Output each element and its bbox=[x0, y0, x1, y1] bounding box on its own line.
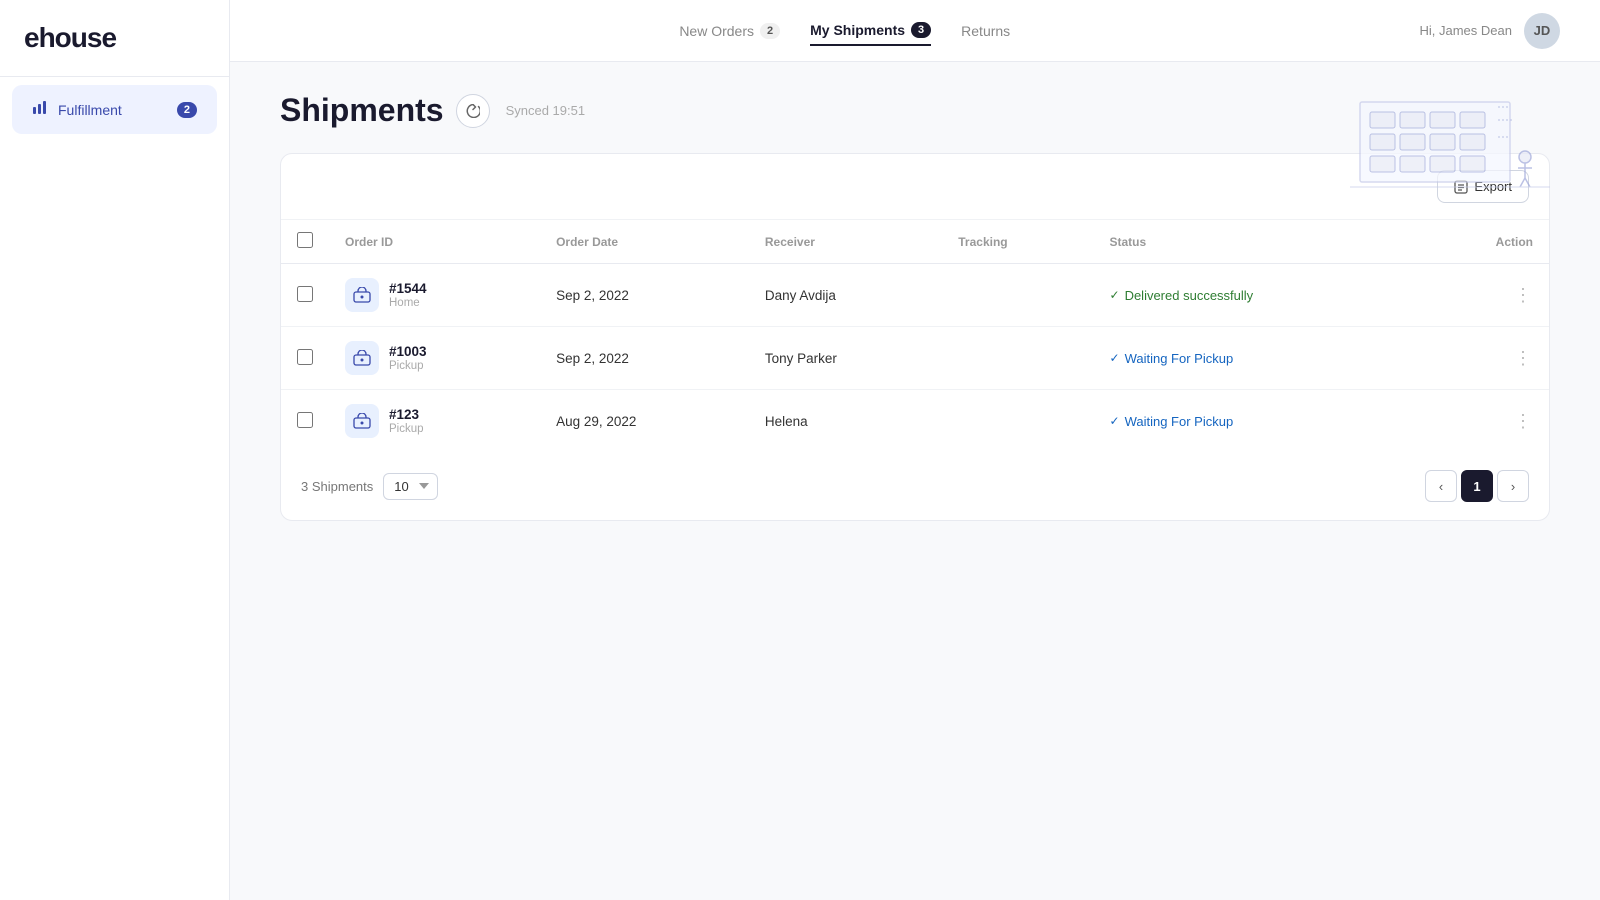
action-dots-button[interactable]: ⋮ bbox=[1514, 411, 1533, 431]
logo: ehouse bbox=[0, 0, 229, 76]
nav-new-orders[interactable]: New Orders 2 bbox=[679, 17, 780, 45]
row-order-date: Aug 29, 2022 bbox=[540, 390, 749, 453]
check-icon: ✓ bbox=[1110, 288, 1120, 302]
row-checkbox-cell bbox=[281, 327, 329, 390]
nav-my-shipments-label: My Shipments bbox=[810, 22, 905, 38]
sidebar-item-label: Fulfillment bbox=[58, 102, 122, 118]
header-status: Status bbox=[1094, 220, 1421, 264]
sidebar: ehouse Fulfillment 2 bbox=[0, 0, 230, 900]
row-tracking bbox=[942, 264, 1093, 327]
row-status: ✓ Waiting For Pickup bbox=[1094, 327, 1421, 390]
page-size-select[interactable]: 10 25 50 bbox=[383, 473, 438, 500]
order-sub-text: Pickup bbox=[389, 360, 427, 372]
topnav-center: New Orders 2 My Shipments 3 Returns bbox=[679, 16, 1010, 46]
shipments-table: Order ID Order Date Receiver Tracking St… bbox=[281, 220, 1549, 452]
row-receiver: Helena bbox=[749, 390, 942, 453]
row-checkbox-1[interactable] bbox=[297, 349, 313, 365]
order-sub-text: Pickup bbox=[389, 423, 424, 435]
sidebar-divider bbox=[0, 76, 229, 77]
content-area: Shipments Synced 19:51 bbox=[230, 62, 1600, 900]
select-all-checkbox[interactable] bbox=[297, 232, 313, 248]
table-row: #1544 Home Sep 2, 2022 Dany Avdija ✓ Del… bbox=[281, 264, 1549, 327]
check-icon: ✓ bbox=[1110, 414, 1120, 428]
status-waiting: ✓ Waiting For Pickup bbox=[1110, 414, 1405, 429]
refresh-button[interactable] bbox=[456, 94, 490, 128]
order-id-text: #1544 bbox=[389, 281, 427, 296]
greeting-text: Hi, James Dean bbox=[1420, 23, 1512, 38]
row-checkbox-2[interactable] bbox=[297, 412, 313, 428]
row-tracking bbox=[942, 327, 1093, 390]
nav-new-orders-label: New Orders bbox=[679, 23, 754, 39]
order-type-icon bbox=[345, 404, 379, 438]
table-container: Export Order ID Order Date Receiver Trac… bbox=[280, 153, 1550, 521]
row-checkbox-0[interactable] bbox=[297, 286, 313, 302]
avatar: JD bbox=[1524, 13, 1560, 49]
header-tracking: Tracking bbox=[942, 220, 1093, 264]
sidebar-badge: 2 bbox=[177, 102, 197, 118]
pagination-controls: ‹ 1 › bbox=[1425, 470, 1529, 502]
row-action[interactable]: ⋮ bbox=[1420, 390, 1549, 453]
bar-chart-icon bbox=[32, 99, 48, 120]
status-delivered: ✓ Delivered successfully bbox=[1110, 288, 1405, 303]
header-action: Action bbox=[1420, 220, 1549, 264]
table-row: #1003 Pickup Sep 2, 2022 Tony Parker ✓ W… bbox=[281, 327, 1549, 390]
row-order-date: Sep 2, 2022 bbox=[540, 327, 749, 390]
row-checkbox-cell bbox=[281, 390, 329, 453]
status-waiting: ✓ Waiting For Pickup bbox=[1110, 351, 1405, 366]
header-order-date: Order Date bbox=[540, 220, 749, 264]
row-order-date: Sep 2, 2022 bbox=[540, 264, 749, 327]
order-sub-text: Home bbox=[389, 297, 427, 309]
nav-my-shipments-badge: 3 bbox=[911, 22, 931, 38]
row-checkbox-cell bbox=[281, 264, 329, 327]
page-title: Shipments bbox=[280, 92, 444, 129]
row-receiver: Dany Avdija bbox=[749, 264, 942, 327]
header-checkbox-cell bbox=[281, 220, 329, 264]
row-tracking bbox=[942, 390, 1093, 453]
pagination-left: 3 Shipments 10 25 50 bbox=[301, 473, 438, 500]
order-id-text: #123 bbox=[389, 407, 424, 422]
row-status: ✓ Waiting For Pickup bbox=[1094, 390, 1421, 453]
nav-my-shipments[interactable]: My Shipments 3 bbox=[810, 16, 931, 46]
prev-page-button[interactable]: ‹ bbox=[1425, 470, 1457, 502]
sidebar-item-fulfillment[interactable]: Fulfillment 2 bbox=[12, 85, 217, 134]
row-order-id: #1544 Home bbox=[329, 264, 540, 327]
action-dots-button[interactable]: ⋮ bbox=[1514, 285, 1533, 305]
order-type-icon bbox=[345, 278, 379, 312]
nav-returns-label: Returns bbox=[961, 23, 1010, 39]
page-header: Shipments Synced 19:51 bbox=[280, 92, 1550, 129]
action-dots-button[interactable]: ⋮ bbox=[1514, 348, 1533, 368]
row-status: ✓ Delivered successfully bbox=[1094, 264, 1421, 327]
table-row: #123 Pickup Aug 29, 2022 Helena ✓ Waitin… bbox=[281, 390, 1549, 453]
pagination-row: 3 Shipments 10 25 50 ‹ 1 › bbox=[281, 452, 1549, 520]
next-page-button[interactable]: › bbox=[1497, 470, 1529, 502]
header-order-id: Order ID bbox=[329, 220, 540, 264]
page-1-button[interactable]: 1 bbox=[1461, 470, 1493, 502]
nav-returns[interactable]: Returns bbox=[961, 17, 1010, 45]
row-action[interactable]: ⋮ bbox=[1420, 264, 1549, 327]
order-id-text: #1003 bbox=[389, 344, 427, 359]
row-action[interactable]: ⋮ bbox=[1420, 327, 1549, 390]
order-type-icon bbox=[345, 341, 379, 375]
total-shipments-label: 3 Shipments bbox=[301, 479, 373, 494]
row-receiver: Tony Parker bbox=[749, 327, 942, 390]
topnav: New Orders 2 My Shipments 3 Returns Hi, … bbox=[230, 0, 1600, 62]
sync-text: Synced 19:51 bbox=[506, 103, 586, 118]
row-order-id: #1003 Pickup bbox=[329, 327, 540, 390]
check-icon: ✓ bbox=[1110, 351, 1120, 365]
table-header-row: Order ID Order Date Receiver Tracking St… bbox=[281, 220, 1549, 264]
main-area: New Orders 2 My Shipments 3 Returns Hi, … bbox=[230, 0, 1600, 900]
nav-new-orders-badge: 2 bbox=[760, 23, 780, 39]
header-receiver: Receiver bbox=[749, 220, 942, 264]
row-order-id: #123 Pickup bbox=[329, 390, 540, 453]
topnav-right: Hi, James Dean JD bbox=[1420, 13, 1560, 49]
warehouse-illustration bbox=[1350, 82, 1550, 192]
